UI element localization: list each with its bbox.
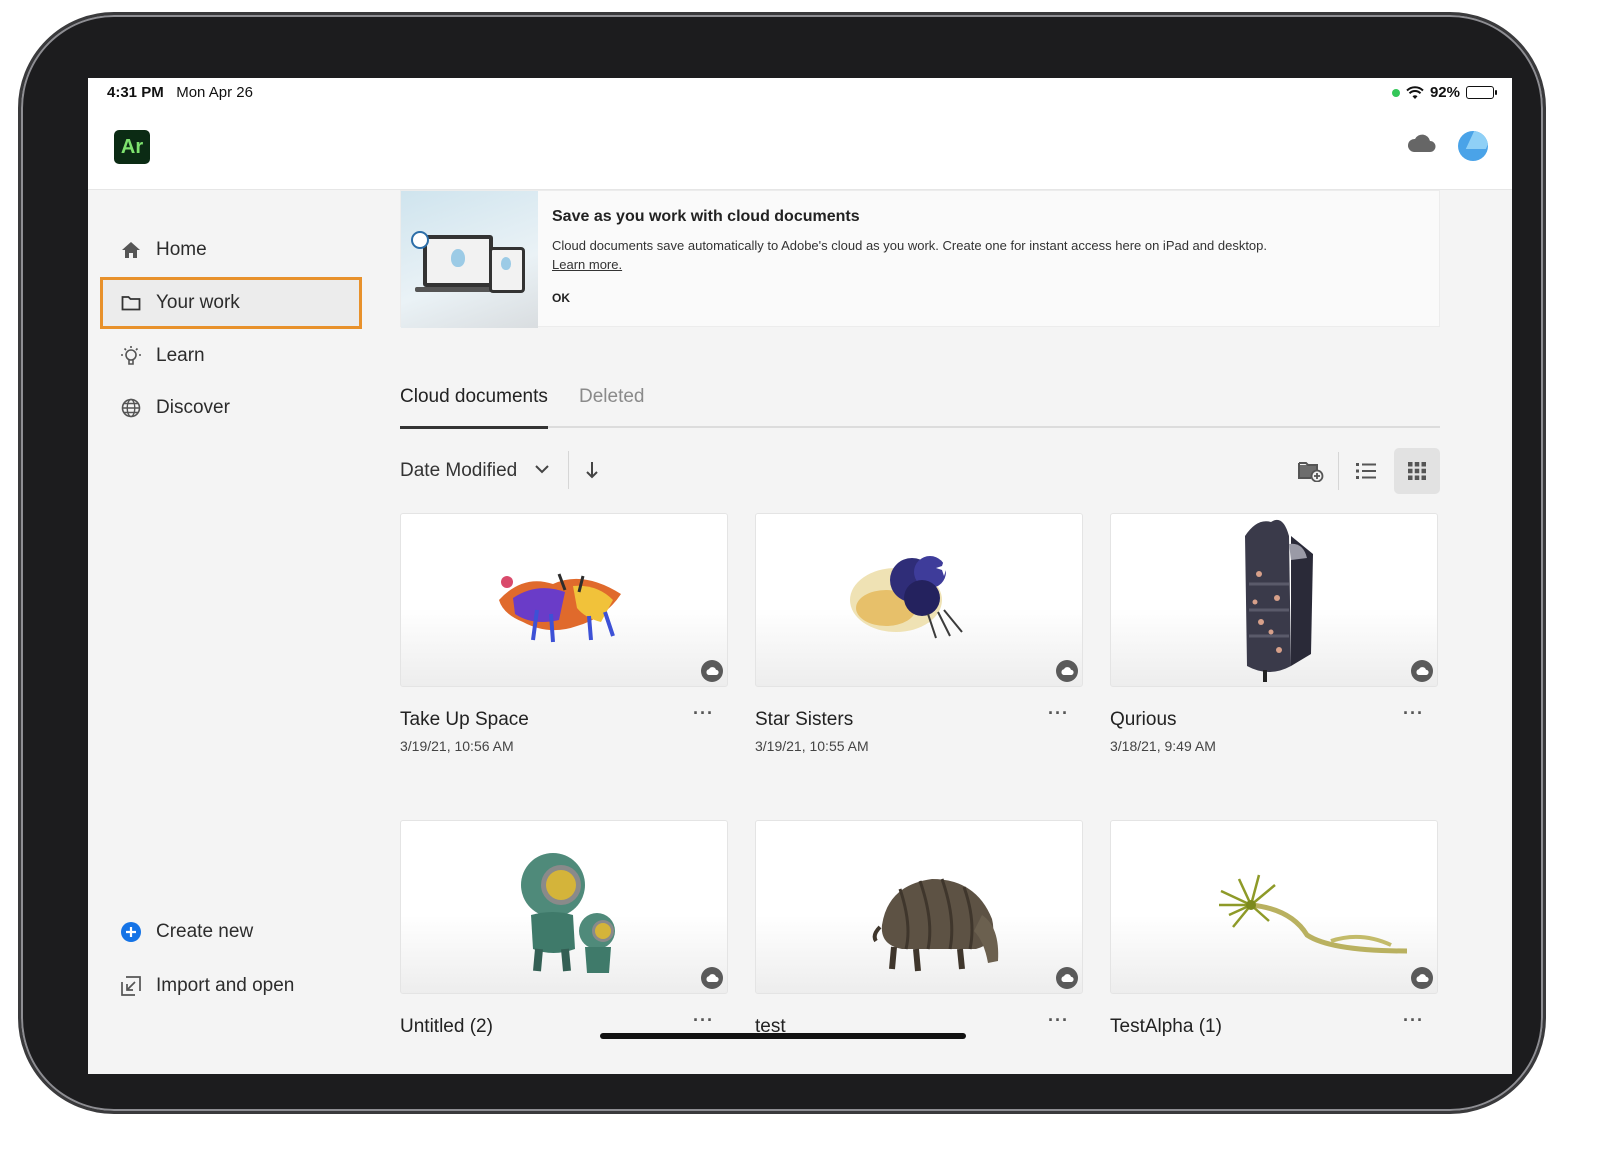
learn-more-link[interactable]: Learn more. (552, 257, 622, 272)
more-options-icon[interactable]: ··· (1403, 703, 1424, 724)
globe-icon (120, 397, 142, 419)
document-tabs: Cloud documents Deleted (400, 380, 1440, 429)
document-date: 3/18/21, 9:49 AM (1110, 738, 1216, 754)
sidebar-item-label: Learn (156, 345, 205, 366)
more-options-icon[interactable]: ··· (693, 703, 714, 724)
cloud-document-icon (701, 660, 723, 682)
star-sisters-artwork (850, 556, 963, 639)
document-title: Star Sisters (755, 709, 854, 730)
tab-deleted[interactable]: Deleted (579, 386, 645, 408)
grid-view-icon (1408, 462, 1426, 480)
banner-body: Cloud documents save automatically to Ad… (552, 238, 1268, 253)
sidebar-item-label: Home (156, 239, 207, 260)
document-title: Take Up Space (400, 709, 529, 730)
document-title: TestAlpha (1) (1110, 1016, 1222, 1037)
sort-dropdown[interactable]: Date Modified (400, 460, 517, 482)
sidebar-item-your-work[interactable]: Your work (100, 277, 362, 329)
home-indicator[interactable] (600, 1033, 966, 1039)
more-options-icon[interactable]: ··· (1403, 1010, 1424, 1031)
battery-icon (1466, 86, 1497, 99)
more-options-icon[interactable]: ··· (1048, 1010, 1069, 1031)
tab-cloud-documents[interactable]: Cloud documents (400, 386, 548, 429)
sidebar-item-label: Your work (156, 292, 240, 313)
document-thumbnail[interactable] (755, 820, 1083, 994)
folder-add-icon (1298, 462, 1324, 482)
cloud-document-icon (1411, 660, 1433, 682)
more-options-icon[interactable]: ··· (1048, 703, 1069, 724)
sync-icon (411, 231, 429, 249)
status-bar: 4:31 PM Mon Apr 26 92% (88, 78, 1512, 108)
document-thumbnail[interactable] (1110, 820, 1438, 994)
document-card[interactable]: Star Sisters 3/19/21, 10:55 AM ··· (755, 513, 1083, 763)
main-content: Save as you work with cloud documents Cl… (378, 190, 1512, 1074)
banner-title: Save as you work with cloud documents (552, 208, 860, 225)
take-up-space-artwork (499, 573, 621, 643)
untitled-astronaut-artwork (521, 853, 615, 973)
sort-toolbar: Date Modified (400, 446, 1440, 496)
create-new-button[interactable]: Create new (100, 906, 362, 958)
chevron-down-icon[interactable] (534, 461, 550, 477)
sidebar-item-label: Discover (156, 397, 230, 418)
banner-ok-button[interactable]: OK (552, 291, 570, 305)
document-thumbnail[interactable] (755, 513, 1083, 687)
qurious-artwork (1245, 519, 1313, 682)
toolbar-divider (1338, 452, 1339, 490)
status-indicators: 92% (1391, 84, 1497, 101)
document-card[interactable]: Qurious 3/18/21, 9:49 AM ··· (1110, 513, 1438, 763)
cloud-document-icon (1056, 967, 1078, 989)
sidebar-item-home[interactable]: Home (100, 224, 362, 276)
testalpha-plant-artwork (1219, 874, 1408, 954)
status-time-text: 4:31 PM (107, 84, 164, 101)
document-date: 3/19/21, 10:55 AM (755, 738, 869, 754)
document-date: 3/19/21, 10:56 AM (400, 738, 514, 754)
folder-icon (120, 292, 142, 314)
document-title: Qurious (1110, 709, 1177, 730)
plus-circle-icon (120, 921, 142, 943)
grid-view-button[interactable] (1394, 448, 1440, 494)
list-view-button[interactable] (1343, 448, 1389, 494)
document-thumbnail[interactable] (400, 513, 728, 687)
banner-illustration (401, 191, 538, 328)
create-new-label: Create new (156, 921, 254, 942)
import-icon (120, 975, 142, 997)
status-time: 4:31 PM Mon Apr 26 (107, 84, 253, 101)
cloud-document-icon (701, 967, 723, 989)
document-thumbnail[interactable] (400, 820, 728, 994)
import-open-label: Import and open (156, 975, 295, 996)
app-header: Ar (88, 108, 1512, 190)
cloud-sync-icon[interactable] (1406, 132, 1436, 154)
sidebar: Home Your work Learn Discover Create new… (88, 190, 378, 1074)
app-logo[interactable]: Ar (114, 130, 150, 164)
more-options-icon[interactable]: ··· (693, 1010, 714, 1031)
document-card[interactable]: Take Up Space 3/19/21, 10:56 AM ··· (400, 513, 728, 763)
cloud-document-icon (1411, 967, 1433, 989)
toolbar-divider (568, 451, 569, 489)
wifi-icon (1406, 85, 1424, 99)
lightbulb-icon (120, 345, 142, 367)
user-avatar[interactable] (1458, 131, 1488, 161)
list-view-icon (1356, 463, 1376, 479)
battery-percent: 92% (1429, 84, 1460, 101)
sidebar-item-learn[interactable]: Learn (100, 330, 362, 382)
cloud-docs-banner: Save as you work with cloud documents Cl… (400, 190, 1440, 328)
test-armadillo-artwork (872, 878, 999, 972)
import-open-button[interactable]: Import and open (100, 960, 362, 1012)
document-card[interactable]: TestAlpha (1) ··· (1110, 820, 1438, 1070)
document-title: Untitled (2) (400, 1016, 493, 1037)
app-screen: 4:31 PM Mon Apr 26 92% Ar Home Your work… (88, 78, 1512, 1074)
home-icon (120, 239, 142, 261)
new-folder-button[interactable] (1288, 448, 1334, 494)
cloud-document-icon (1056, 660, 1078, 682)
sort-descending-icon[interactable] (584, 460, 600, 480)
sidebar-item-discover[interactable]: Discover (100, 382, 362, 434)
status-date-text: Mon Apr 26 (176, 84, 253, 101)
camera-indicator-icon (1391, 88, 1400, 97)
document-thumbnail[interactable] (1110, 513, 1438, 687)
